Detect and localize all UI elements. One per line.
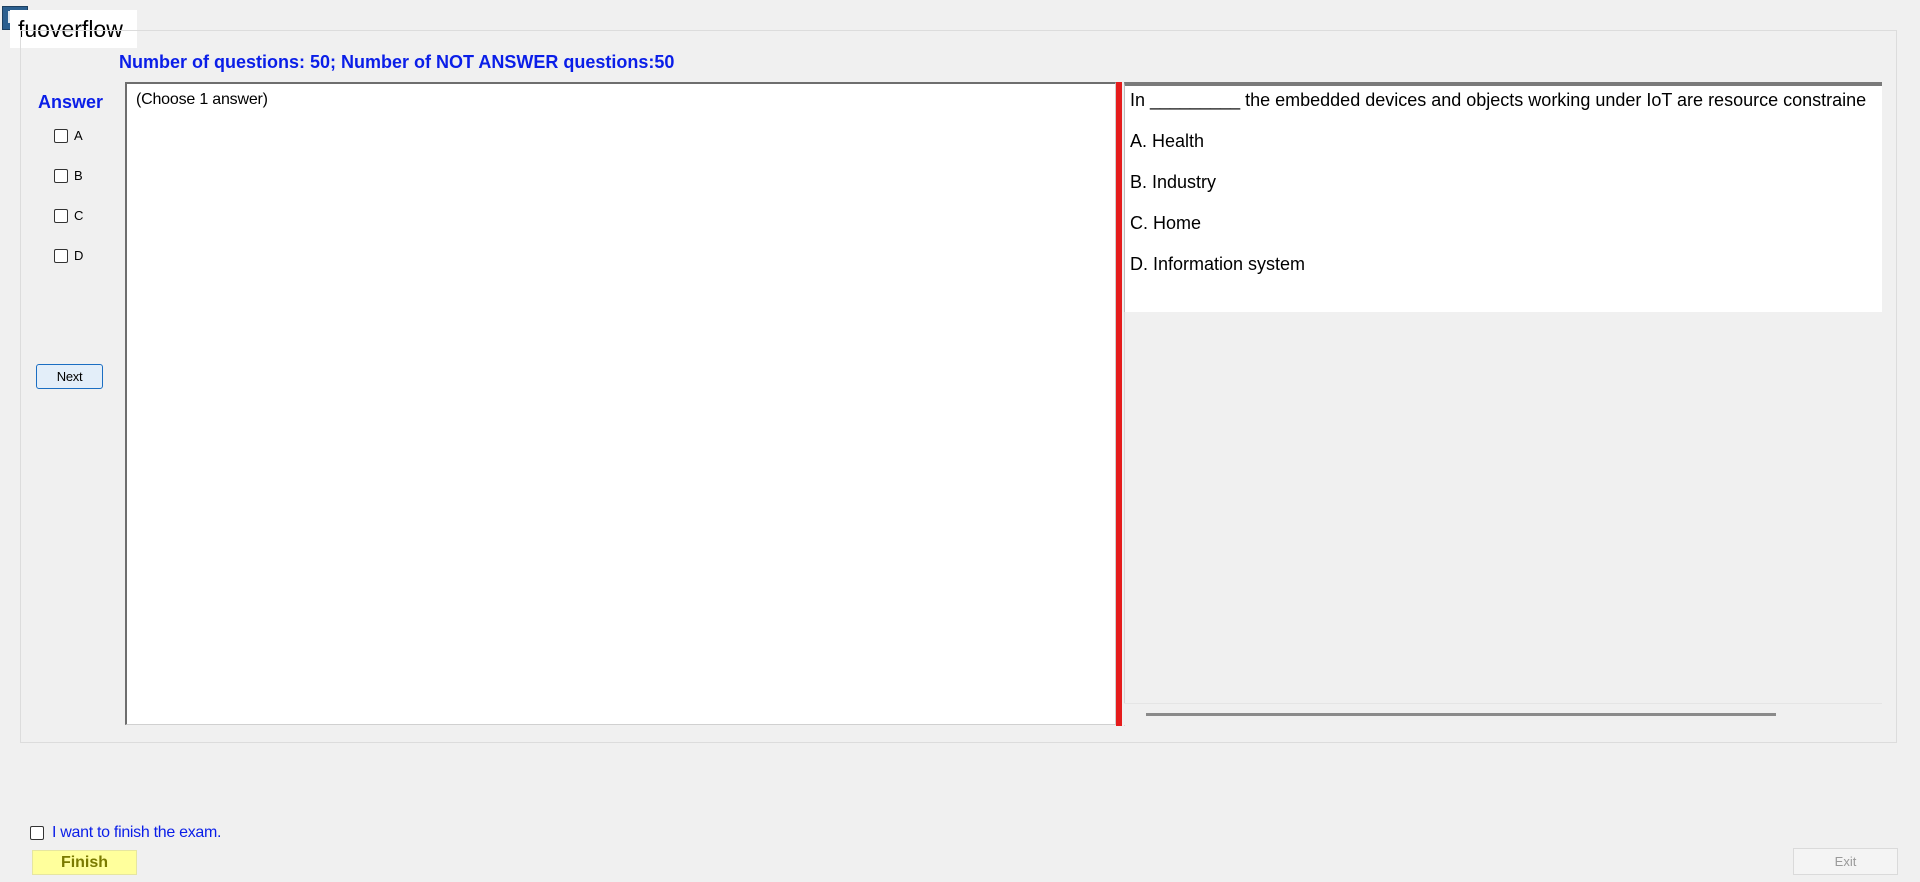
scrollbar-thumb[interactable] bbox=[1146, 713, 1776, 716]
question-panel[interactable]: In _________ the embedded devices and ob… bbox=[1124, 82, 1882, 312]
question-choice-a: A. Health bbox=[1130, 131, 1205, 151]
option-d-label: D bbox=[74, 248, 84, 263]
choose-hint: (Choose 1 answer) bbox=[136, 91, 268, 108]
question-text: In _________ the embedded devices and ob… bbox=[1130, 90, 1867, 110]
answer-label: Answer bbox=[38, 92, 104, 112]
checkbox-c[interactable] bbox=[54, 208, 68, 223]
checkbox-b[interactable] bbox=[54, 168, 68, 183]
finish-exam-checkbox-row[interactable]: I want to finish the exam. bbox=[30, 824, 221, 842]
finish-exam-label: I want to finish the exam. bbox=[52, 824, 222, 841]
option-a-label: A bbox=[74, 128, 83, 143]
finish-exam-checkbox[interactable] bbox=[30, 826, 44, 840]
option-b-label: B bbox=[74, 168, 83, 183]
checkbox-d[interactable] bbox=[54, 248, 68, 263]
question-lower-area bbox=[1124, 312, 1882, 726]
question-status: Number of questions: 50; Number of NOT A… bbox=[119, 52, 675, 72]
exit-button[interactable]: Exit bbox=[1793, 848, 1898, 875]
answer-option-d[interactable]: D bbox=[54, 248, 83, 263]
question-choice-c: C. Home bbox=[1130, 213, 1202, 233]
panel-splitter[interactable] bbox=[1116, 82, 1122, 726]
question-choice-b: B. Industry bbox=[1130, 172, 1217, 192]
next-button[interactable]: Next bbox=[36, 364, 103, 389]
finish-button[interactable]: Finish bbox=[32, 850, 137, 875]
option-c-label: C bbox=[74, 208, 84, 223]
answer-panel[interactable]: (Choose 1 answer) bbox=[125, 82, 1116, 725]
checkbox-a[interactable] bbox=[54, 128, 68, 143]
answer-option-a[interactable]: A bbox=[54, 128, 83, 143]
horizontal-scrollbar[interactable] bbox=[1124, 703, 1882, 725]
answer-option-b[interactable]: B bbox=[54, 168, 83, 183]
question-choice-d: D. Information system bbox=[1130, 254, 1306, 274]
answer-option-c[interactable]: C bbox=[54, 208, 83, 223]
